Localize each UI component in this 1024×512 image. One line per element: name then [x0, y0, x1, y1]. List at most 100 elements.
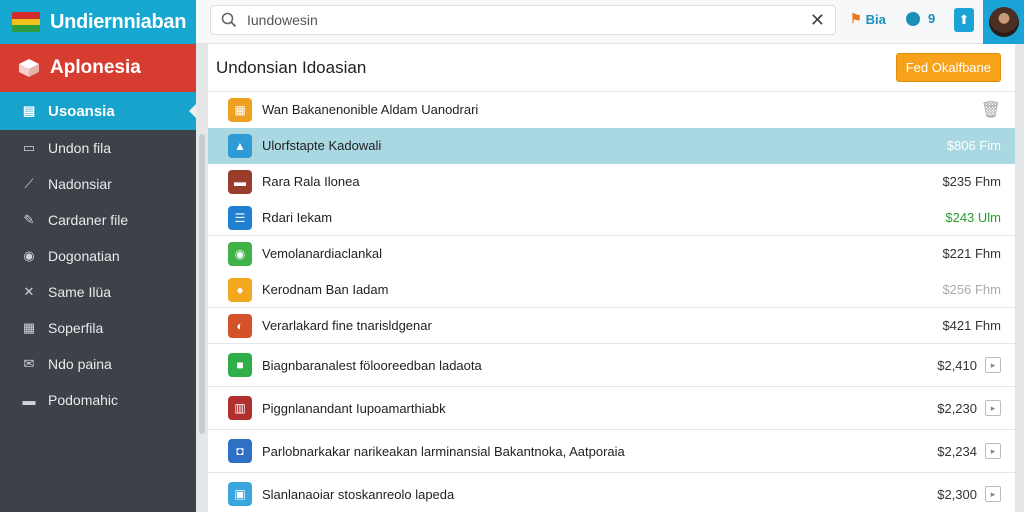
- sidebar-item-label: Cardaner file: [48, 212, 129, 228]
- item-price: $2,230: [937, 400, 977, 416]
- item-price: $235 Fhm: [942, 174, 1001, 189]
- sidebar-item-label: Nadonsiar: [48, 176, 112, 192]
- item-price: $243 Ulm: [945, 210, 1001, 225]
- list-item[interactable]: ☰ Rdari Iekam $243 Ulm: [208, 200, 1015, 236]
- trash-icon[interactable]: 🗑: [981, 100, 1001, 120]
- primary-action-button[interactable]: Fed Okalfbane: [895, 53, 1001, 82]
- chart-icon: ⟋: [24, 176, 34, 191]
- sidebar-item-label: Undon fila: [48, 140, 112, 156]
- item-price: $256 Fhm: [942, 282, 1001, 297]
- scroll-thumb[interactable]: [199, 134, 205, 434]
- app-icon: ◐: [228, 313, 252, 338]
- item-name: Ulorfstapte Kadowali: [262, 138, 382, 153]
- row-action-icon[interactable]: ▸: [985, 400, 1001, 416]
- sidebar-item[interactable]: ▦ Soperfila: [0, 310, 196, 346]
- sidebar-item-label: Soperfila: [48, 320, 104, 336]
- sidebar-item[interactable]: ▭ Undon fila: [0, 130, 196, 166]
- list-item[interactable]: ■ Biagnbaranalest fölooreedban ladaota $2,…: [208, 344, 1015, 387]
- row-action-icon[interactable]: ▸: [985, 486, 1001, 502]
- sidebar-item-label: Same Ilüa: [48, 284, 112, 300]
- right-scrollbar[interactable]: [1015, 44, 1024, 512]
- item-name: Parlobnarkakar narikeakan larminansial B…: [262, 443, 625, 459]
- item-name: Slanlanaoiar stoskanreolo lapeda: [262, 486, 455, 502]
- list-item[interactable]: ▲ Ulorfstapte Kadowali $806 Fim: [208, 128, 1015, 164]
- main-scrollbar[interactable]: [196, 44, 208, 512]
- list-icon: ▤: [22, 103, 36, 118]
- sidebar-item[interactable]: ✕ Same Ilüa: [0, 274, 196, 310]
- app-icon: ■: [228, 353, 252, 377]
- list-item[interactable]: ◘ Parlobnarkakar narikeakan larminansial …: [208, 430, 1015, 473]
- main-panel: Undonsian Idoasian Fed Okalfbane ▦ Wan Ba…: [208, 44, 1015, 512]
- sidebar-header-label: Aplonesia: [50, 57, 141, 78]
- list-item[interactable]: ▥ Piggnlanandant Iupoamarthiabk $2,230 ▸: [208, 387, 1015, 430]
- main-header: Undonsian Idoasian Fed Okalfbane: [208, 44, 1015, 92]
- page-title: Undonsian Idoasian: [216, 57, 367, 77]
- item-name: Biagnbaranalest fölooreedban ladaota: [262, 357, 482, 373]
- sidebar-item[interactable]: ✎ Cardaner file: [0, 202, 196, 238]
- cube-icon: [19, 59, 39, 77]
- sidebar-header[interactable]: Aplonesia: [0, 44, 196, 92]
- item-price: $806 Fim: [946, 138, 1001, 153]
- inbox-icon: ▬: [22, 392, 36, 408]
- sidebar-item[interactable]: ✉ Ndo paina: [0, 346, 196, 382]
- row-action-icon[interactable]: ▸: [985, 443, 1001, 459]
- pencil-icon: ✎: [23, 212, 35, 227]
- avatar: [988, 7, 1019, 37]
- list-item[interactable]: ● Kerodnam Ban Iadam $256 Fhm: [208, 272, 1015, 308]
- item-price: $421 Fhm: [942, 318, 1001, 333]
- item-price: $221 Fhm: [942, 246, 1001, 261]
- item-name: Verarlakard fine tnarisldgenar: [262, 318, 432, 333]
- clear-search-icon[interactable]: ✕: [810, 10, 825, 31]
- item-name: Rdari Iekam: [262, 210, 333, 225]
- item-name: Wan Bakanenonible Aldam Uanodrari: [262, 102, 479, 117]
- sidebar-item-label: Usoansia: [48, 102, 115, 120]
- app-title: Undiernniaban: [50, 10, 187, 33]
- item-name: Rara Rala Ilonea: [262, 174, 360, 189]
- tools-icon: ✕: [23, 284, 35, 299]
- flag-icon: [12, 12, 40, 32]
- messages-button[interactable]: 9: [906, 11, 935, 26]
- list-item[interactable]: ◐ Verarlakard fine tnarisldgenar $421 Fhm: [208, 308, 1015, 344]
- notification-icon: ⚑: [850, 11, 862, 26]
- app-icon: ◉: [228, 241, 252, 266]
- mail-icon: ✉: [23, 356, 35, 371]
- user-menu[interactable]: [983, 0, 1024, 44]
- folder-icon: ▭: [22, 140, 36, 155]
- chat-icon: [906, 11, 920, 26]
- sidebar-item-active[interactable]: ▤ Usoansia: [0, 92, 196, 130]
- item-price: $2,410: [937, 357, 977, 373]
- eye-icon: ◉: [23, 248, 35, 263]
- app-icon: ◘: [228, 439, 252, 463]
- app-icon: ▬: [228, 169, 252, 194]
- search-box[interactable]: ✕: [210, 5, 836, 35]
- app-icon: ▦: [228, 97, 252, 122]
- sidebar: Aplonesia ▤ Usoansia ▭ Undon fila ⟋ Nadonsi…: [0, 44, 196, 512]
- item-name: Vemolanardiaclankal: [262, 246, 382, 261]
- sidebar-item-label: Dogonatian: [48, 248, 120, 264]
- sidebar-item[interactable]: ◉ Dogonatian: [0, 238, 196, 274]
- item-price: $2,300: [937, 486, 977, 502]
- sidebar-item-label: Podomahic: [48, 392, 119, 408]
- upload-icon: ⬆: [958, 12, 970, 27]
- app-icon: ☰: [228, 205, 252, 230]
- notification-label: Bia: [865, 11, 886, 27]
- sidebar-item[interactable]: ▬ Podomahic: [0, 382, 196, 418]
- app-icon: ▲: [228, 133, 252, 158]
- upload-button[interactable]: ⬆: [954, 8, 974, 32]
- item-price: $2,234: [937, 443, 977, 459]
- list-item[interactable]: ◉ Vemolanardiaclankal $221 Fhm: [208, 236, 1015, 272]
- row-action-icon[interactable]: ▸: [985, 357, 1001, 373]
- notification-button[interactable]: ⚑ Bia: [850, 11, 886, 27]
- list-item[interactable]: ▦ Wan Bakanenonible Aldam Uanodrari 🗑: [208, 92, 1015, 128]
- search-input[interactable]: [247, 12, 810, 28]
- item-name: Kerodnam Ban Iadam: [262, 282, 389, 297]
- list-item[interactable]: ▣ Slanlanaoiar stoskanreolo lapeda $2,300 ▸: [208, 473, 1015, 512]
- app-icon: ▣: [228, 482, 252, 506]
- brand[interactable]: Undiernniaban: [0, 0, 196, 44]
- product-list: ▦ Wan Bakanenonible Aldam Uanodrari 🗑 ▲ Ulor…: [208, 92, 1015, 512]
- app-icon: ▥: [228, 396, 252, 420]
- messages-count: 9: [928, 11, 936, 26]
- sidebar-item[interactable]: ⟋ Nadonsiar: [0, 166, 196, 202]
- list-item[interactable]: ▬ Rara Rala Ilonea $235 Fhm: [208, 164, 1015, 200]
- app-icon: ●: [228, 277, 252, 302]
